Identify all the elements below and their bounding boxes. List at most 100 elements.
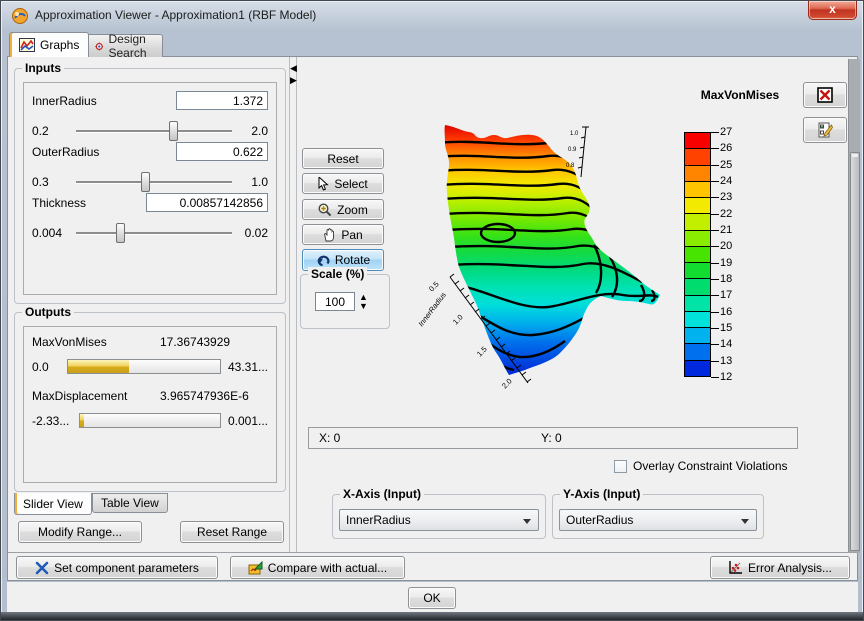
splitter-collapse-left-icon[interactable]: ◀ [290,63,297,73]
output-max-label: 43.31... [228,360,268,374]
scale-spin-down-icon[interactable]: ▼ [359,302,368,311]
scale-group: Scale (%) ▲ ▼ [300,274,390,329]
scrollbar-thumb[interactable] [850,152,860,551]
output-row-maxvonmises: MaxVonMises 17.36743929 0.0 43.31... [32,335,268,374]
y-axis-group-title: Y-Axis (Input) [560,487,643,501]
outputs-group-title: Outputs [22,305,74,319]
input-row-innerradius: InnerRadius 0.2 2.0 [32,91,268,138]
surface-body [445,125,660,375]
tab-slider-view[interactable]: Slider View [14,493,92,515]
chevron-down-icon [523,519,531,524]
delete-graph-button[interactable] [803,82,847,108]
legend-cell [685,230,710,246]
reset-view-label: Reset [327,152,358,166]
outputs-inner-panel: MaxVonMises 17.36743929 0.0 43.31... Max… [23,326,277,483]
checklist-pencil-icon [817,122,833,138]
reset-range-button[interactable]: Reset Range [180,521,284,543]
thickness-value-field[interactable] [146,193,268,212]
compare-with-actual-button[interactable]: Compare with actual... [230,556,405,579]
thickness-slider-thumb[interactable] [116,223,125,243]
overlay-constraint-checkbox[interactable] [614,460,627,473]
inputs-group: Inputs InnerRadius 0.2 2.0 [14,68,286,304]
legend-tick-label: 15 [720,322,732,334]
modify-range-button[interactable]: Modify Range... [18,521,142,543]
red-x-box-icon [817,87,833,103]
legend-tick-label: 27 [720,126,732,138]
legend-cell [685,327,710,343]
legend-cell [685,278,710,294]
cursor-icon [318,177,329,191]
svg-text:0.5: 0.5 [427,280,441,294]
title-bar[interactable]: Approximation Viewer - Approximation1 (R… [1,1,863,30]
svg-text:1.0: 1.0 [451,313,465,327]
legend-bar [684,132,711,377]
tab-design-search[interactable]: Design Search [85,34,163,57]
legend-tick-label: 18 [720,273,732,285]
y-axis-tick-labels: 1.0 0.9 0.8 [566,131,579,169]
pan-tool-button[interactable]: Pan [302,224,384,245]
reset-view-button[interactable]: Reset [302,148,384,169]
y-axis-select[interactable]: OuterRadius [559,509,757,531]
hand-icon [323,228,336,242]
input-name: OuterRadius [32,145,99,159]
legend-tick-label: 16 [720,306,732,318]
scale-value-field[interactable] [315,292,355,311]
tab-table-view[interactable]: Table View [92,493,168,513]
slider-min-label: 0.004 [32,226,68,240]
surface-plot[interactable]: 0.5 1.0 1.5 2.0 InnerRadius 1.0 0.9 0.8 [398,85,688,400]
splitter-collapse-right-icon[interactable]: ▶ [290,75,297,85]
svg-text:1.5: 1.5 [475,345,489,359]
output-name: MaxDisplacement [32,389,160,403]
x-axis-group: X-Axis (Input) InnerRadius [332,494,546,539]
outerradius-slider[interactable] [76,181,232,183]
vertical-scrollbar[interactable] [848,59,860,553]
legend-tick-label: 14 [720,338,732,350]
legend-tick-label: 24 [720,175,732,187]
window-title: Approximation Viewer - Approximation1 (R… [35,8,316,22]
thickness-slider[interactable] [76,232,232,234]
legend-cell [685,213,710,229]
innerradius-slider[interactable] [76,130,232,132]
innerradius-value-field[interactable] [176,91,268,110]
outerradius-slider-thumb[interactable] [141,172,150,192]
select-tool-button[interactable]: Select [302,173,384,194]
x-axis-select[interactable]: InnerRadius [339,509,539,531]
close-button[interactable]: x [808,1,857,20]
input-row-outerradius: OuterRadius 0.3 1.0 [32,142,268,189]
legend-cell [685,165,710,181]
y-axis-select-value: OuterRadius [566,513,633,527]
zoom-tool-button[interactable]: Zoom [302,199,384,220]
tab-slider-view-label: Slider View [23,497,83,511]
tab-graphs[interactable]: Graphs [9,32,89,57]
inputs-group-title: Inputs [22,61,64,75]
legend-tick-label: 20 [720,240,732,252]
action-row: Set component parameters Compare with ac… [8,552,857,580]
legend-cell [685,133,710,148]
panel-splitter[interactable]: ◀ ▶ [289,57,297,552]
innerradius-slider-thumb[interactable] [169,121,178,141]
outerradius-value-field[interactable] [176,142,268,161]
edit-graph-properties-button[interactable] [803,117,847,143]
compare-with-actual-label: Compare with actual... [268,561,387,575]
input-row-thickness: Thickness 0.004 0.02 [32,193,268,240]
maxdisplacement-bar-fill [80,414,84,427]
output-max-label: 0.001... [228,414,268,428]
legend-cell [685,295,710,311]
approximation-viewer-window: Approximation Viewer - Approximation1 (R… [0,0,864,621]
modify-range-label: Modify Range... [38,525,122,539]
tab-graphs-label: Graphs [40,38,79,52]
ok-button[interactable]: OK [408,587,456,609]
legend-tick-label: 19 [720,257,732,269]
scatter-plot-icon [728,560,743,575]
output-min-label: 0.0 [32,360,60,374]
slider-max-label: 2.0 [240,124,268,138]
legend-cell [685,311,710,327]
graphs-tab-icon [19,38,35,52]
coordinate-status-bar: X: 0 Y: 0 [308,427,798,449]
slider-min-label: 0.3 [32,175,68,189]
error-analysis-button[interactable]: Error Analysis... [710,556,850,579]
app-icon [11,7,29,25]
set-component-parameters-button[interactable]: Set component parameters [16,556,218,579]
legend-cell [685,246,710,262]
svg-text:2.0: 2.0 [500,377,514,391]
